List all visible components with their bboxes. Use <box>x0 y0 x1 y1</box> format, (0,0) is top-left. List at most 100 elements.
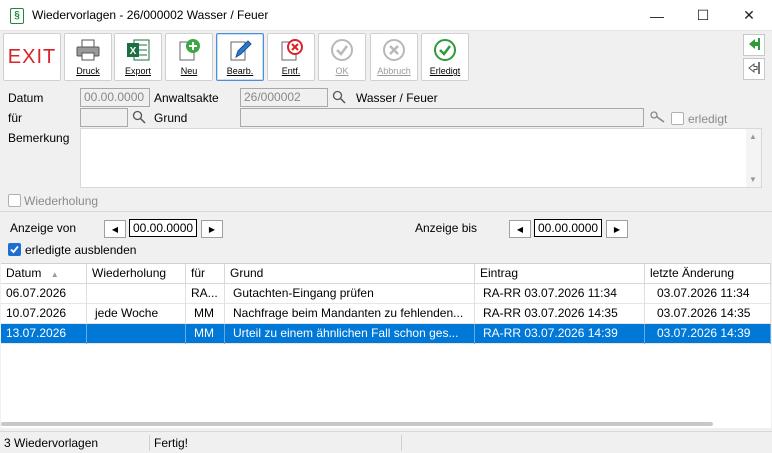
triangle-right-icon: ▶ <box>208 224 216 234</box>
print-button[interactable]: Druck <box>64 33 112 81</box>
cell-datum: 13.07.2026 <box>1 324 87 344</box>
bemerkung-label: Bemerkung <box>8 131 70 145</box>
fuer-field[interactable] <box>80 108 128 127</box>
bis-date-input[interactable]: 00.00.0000 <box>534 219 602 237</box>
cell-wiederholung <box>87 324 186 344</box>
exit-button[interactable]: EXIT <box>3 33 61 81</box>
header-datum-label: Datum <box>6 266 42 280</box>
pencil-icon <box>226 37 254 63</box>
scroll-down-icon[interactable]: ▼ <box>749 175 757 184</box>
datum-label: Datum <box>8 91 44 105</box>
cell-wiederholung: jede Woche <box>87 304 186 324</box>
ok-button[interactable]: OK <box>318 33 366 81</box>
done-button[interactable]: Erledigt <box>421 33 469 81</box>
dock-out-button[interactable] <box>743 58 765 80</box>
check-icon <box>328 37 356 63</box>
done-label: Erledigt <box>429 66 461 76</box>
header-grund[interactable]: Grund <box>225 264 475 284</box>
bis-next-button[interactable]: ▶ <box>606 220 628 238</box>
horizontal-scrollbar[interactable] <box>1 422 713 426</box>
search-icon[interactable] <box>132 110 146 127</box>
cell-datum: 06.07.2026 <box>1 284 87 304</box>
export-label: Export <box>124 66 151 76</box>
bemerkung-scrollbar[interactable]: ▲ ▼ <box>746 129 761 187</box>
bemerkung-textarea[interactable] <box>80 128 762 188</box>
cell-datum: 10.07.2026 <box>1 304 87 324</box>
delete-button[interactable]: Entf. <box>267 33 315 81</box>
check-circle-icon <box>431 37 459 63</box>
sort-up-icon: ▲ <box>50 270 59 279</box>
table-header: Datum ▲ Wiederholung für Grund Eintrag l… <box>1 264 771 284</box>
triangle-left-icon: ◀ <box>111 224 119 234</box>
window-title: Wiedervorlagen - 26/000002 Wasser / Feue… <box>32 8 269 22</box>
cell-eintrag: RA-RR 03.07.2026 14:35 <box>475 304 645 324</box>
status-state: Fertig! <box>154 436 189 450</box>
cell-fuer: RA... <box>186 284 225 304</box>
header-letzte-aenderung[interactable]: letzte Änderung <box>645 264 771 284</box>
ok-label: OK <box>335 66 349 76</box>
header-wiederholung[interactable]: Wiederholung <box>87 264 186 284</box>
cell-fuer: MM <box>186 324 225 344</box>
erledigt-checkbox[interactable] <box>671 112 684 125</box>
toolbar: EXIT Druck X Export Neu Bearb. Entf. OK … <box>0 31 772 83</box>
fuer-label: für <box>8 111 23 125</box>
cancel-label: Abbruch <box>377 66 411 76</box>
new-document-icon <box>175 37 203 63</box>
cancel-icon <box>380 37 408 63</box>
triangle-left-icon: ◀ <box>516 224 524 234</box>
search-icon[interactable] <box>332 90 346 107</box>
dock-left-button[interactable] <box>743 34 765 56</box>
cell-grund: Urteil zu einem ähnlichen Fall schon ges… <box>225 324 475 344</box>
minimize-button[interactable]: — <box>634 0 680 31</box>
header-eintrag[interactable]: Eintrag <box>475 264 645 284</box>
cell-letzte-aenderung: 03.07.2026 11:34 <box>645 284 771 304</box>
cell-letzte-aenderung: 03.07.2026 14:35 <box>645 304 771 324</box>
wiederholung-label: Wiederholung <box>24 194 99 208</box>
datum-field[interactable]: 00.00.0000 <box>80 88 150 107</box>
header-fuer[interactable]: für <box>186 264 225 284</box>
export-button[interactable]: X Export <box>114 33 162 81</box>
table-row-selected[interactable]: 13.07.2026 MM Urteil zu einem ähnlichen … <box>1 324 771 344</box>
anwaltsakte-label: Anwaltsakte <box>154 91 219 105</box>
arrow-left-bar-icon <box>747 37 761 54</box>
akte-name: Wasser / Feuer <box>356 91 438 105</box>
anzeige-von-label: Anzeige von <box>10 221 77 235</box>
table-row[interactable]: 06.07.2026 RA... Gutachten-Eingang prüfe… <box>1 284 771 304</box>
table-row[interactable]: 10.07.2026 jede Woche MM Nachfrage beim … <box>1 304 771 324</box>
status-divider <box>149 435 150 451</box>
excel-icon: X <box>124 37 152 63</box>
cell-wiederholung <box>87 284 186 304</box>
cell-eintrag: RA-RR 03.07.2026 11:34 <box>475 284 645 304</box>
header-datum[interactable]: Datum ▲ <box>1 264 87 284</box>
grund-label: Grund <box>154 111 188 125</box>
triangle-right-icon: ▶ <box>613 224 621 234</box>
delete-label: Entf. <box>281 66 301 76</box>
cancel-button[interactable]: Abbruch <box>370 33 418 81</box>
title-bar: § Wiedervorlagen - 26/000002 Wasser / Fe… <box>0 0 772 31</box>
key-icon[interactable] <box>650 110 666 127</box>
divider <box>0 211 772 212</box>
cell-fuer: MM <box>186 304 225 324</box>
cell-eintrag: RA-RR 03.07.2026 14:39 <box>475 324 645 344</box>
status-bar: 3 Wiedervorlagen Fertig! <box>0 431 772 453</box>
bis-prev-button[interactable]: ◀ <box>509 220 531 238</box>
edit-label: Bearb. <box>226 66 254 76</box>
wiederholung-checkbox[interactable] <box>8 194 21 207</box>
edit-button[interactable]: Bearb. <box>216 33 264 81</box>
close-button[interactable]: ✕ <box>726 0 772 31</box>
checkmark-icon <box>10 245 19 254</box>
erledigt-label: erledigt <box>688 112 728 126</box>
anwaltsakte-field[interactable]: 26/000002 <box>240 88 328 107</box>
new-label: Neu <box>180 66 198 76</box>
app-icon: § <box>10 8 24 24</box>
print-label: Druck <box>76 66 100 76</box>
hide-done-checkbox[interactable] <box>8 243 21 256</box>
von-date-input[interactable]: 00.00.0000 <box>129 219 197 237</box>
grund-field[interactable] <box>240 108 644 127</box>
maximize-button[interactable]: ☐ <box>680 0 726 31</box>
new-button[interactable]: Neu <box>165 33 213 81</box>
von-prev-button[interactable]: ◀ <box>104 220 126 238</box>
cell-grund: Gutachten-Eingang prüfen <box>225 284 475 304</box>
von-next-button[interactable]: ▶ <box>201 220 223 238</box>
scroll-up-icon[interactable]: ▲ <box>749 132 757 141</box>
